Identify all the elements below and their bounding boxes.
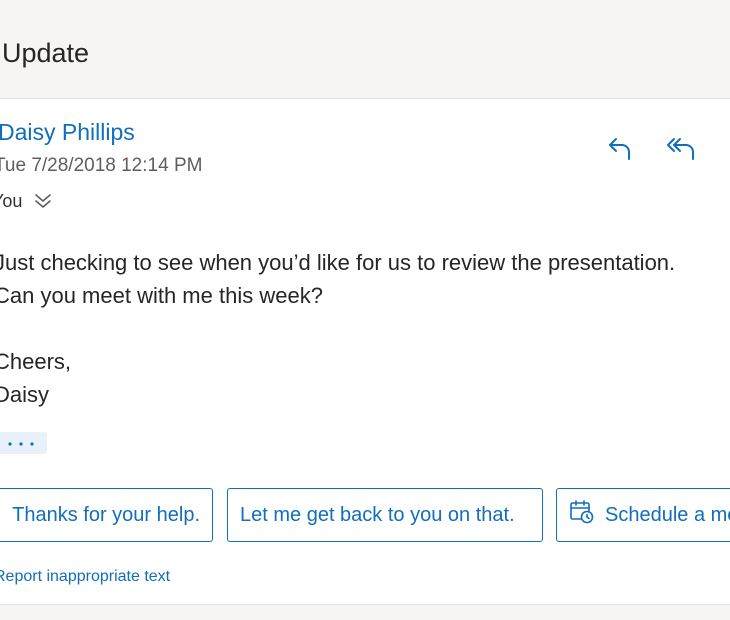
body-line: Daisy bbox=[0, 382, 50, 407]
ellipsis-icon bbox=[6, 434, 36, 452]
body-line bbox=[0, 312, 730, 345]
calendar-clock-icon bbox=[569, 499, 595, 531]
message-body: Just checking to see when you’d like for… bbox=[0, 246, 730, 411]
report-inappropriate-link[interactable]: Report inappropriate text bbox=[0, 568, 170, 586]
recipients-toggle[interactable]: You bbox=[0, 189, 54, 213]
suggested-reply-label: Let me get back to you on that. bbox=[240, 503, 515, 526]
divider bbox=[0, 604, 730, 620]
body-line: Cheers, bbox=[0, 349, 72, 374]
suggested-reply-get-back[interactable]: Let me get back to you on that. bbox=[227, 488, 543, 542]
suggested-reply-label: Thanks for your help. bbox=[12, 503, 200, 526]
body-line: Just checking to see when you’d like for… bbox=[0, 250, 676, 275]
suggested-reply-label: Schedule a meeting bbox=[605, 503, 730, 526]
sender-name[interactable]: Daisy Phillips bbox=[0, 119, 135, 146]
suggested-reply-schedule-meeting[interactable]: Schedule a meeting bbox=[556, 488, 730, 542]
double-chevron-down-icon[interactable] bbox=[32, 191, 54, 211]
show-more-button[interactable] bbox=[0, 432, 47, 454]
reply-arrow-icon bbox=[605, 134, 635, 169]
reply-button[interactable] bbox=[603, 134, 637, 168]
message-header: Update bbox=[0, 0, 730, 99]
recipients-label: You bbox=[0, 190, 23, 211]
body-line: Can you meet with me this week? bbox=[0, 283, 323, 308]
suggested-reply-thanks[interactable]: Thanks for your help. bbox=[0, 488, 213, 542]
message-date: Tue 7/28/2018 12:14 PM bbox=[0, 155, 203, 176]
reply-all-button[interactable] bbox=[665, 134, 699, 168]
reply-all-arrow-icon bbox=[665, 134, 699, 169]
message-subject: Update bbox=[2, 38, 90, 68]
